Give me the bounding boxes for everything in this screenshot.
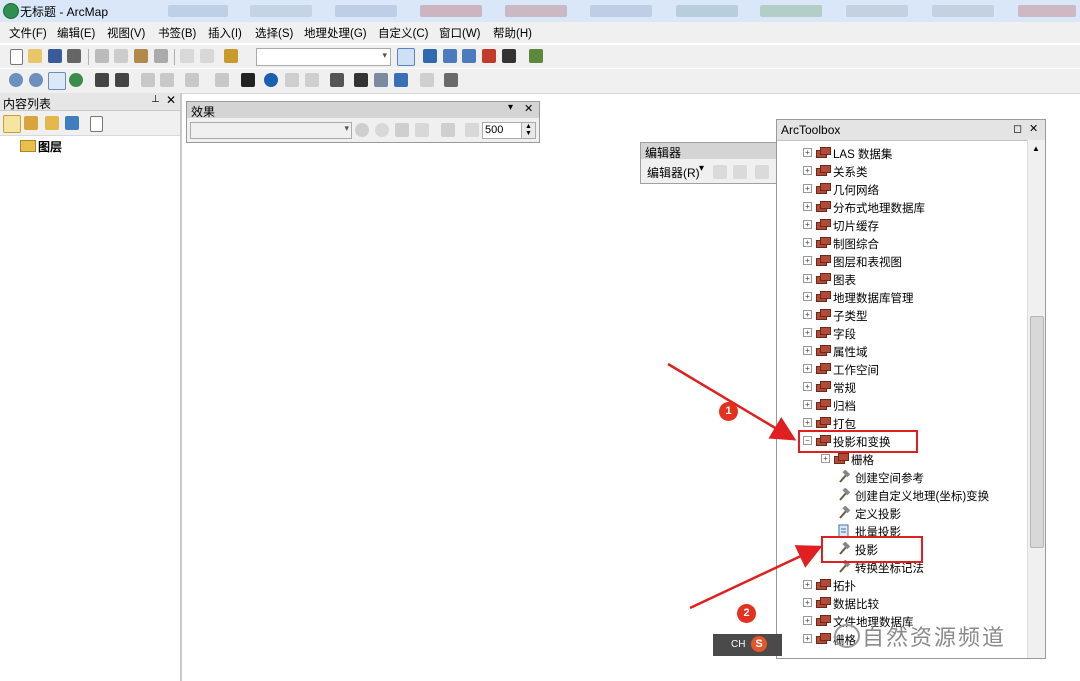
arrow-1 [667,362,797,441]
wechat-logo-icon [834,624,860,648]
watermark-text: 自然资源频道 [862,625,1007,650]
sogou-ime-icon[interactable]: S [751,636,767,652]
ime-bar: CH S [713,634,782,656]
ime-language[interactable]: CH [731,639,745,650]
arrow-2 [689,545,823,610]
step-badge-1: 1 [719,402,738,421]
step-badge-2: 2 [737,604,756,623]
annotation-arrows [667,362,823,610]
